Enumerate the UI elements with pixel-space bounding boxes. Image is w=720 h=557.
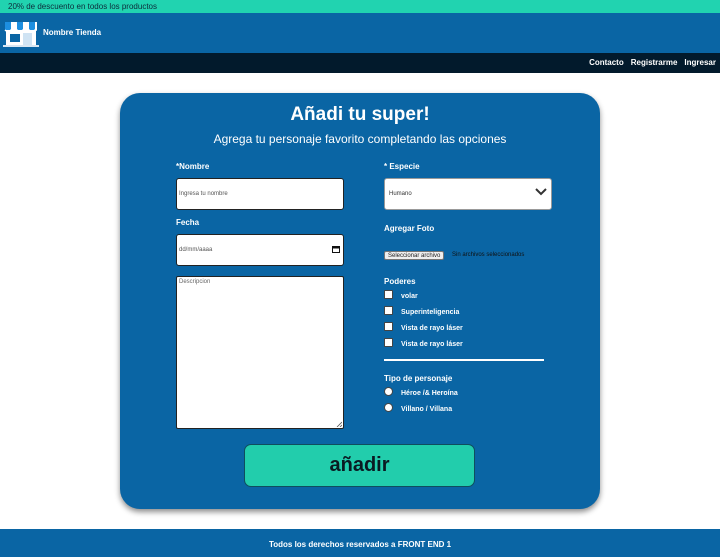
section-divider (384, 359, 544, 361)
description-textarea[interactable]: Descripcion (176, 276, 344, 429)
store-name[interactable]: Nombre Tienda (43, 28, 101, 37)
name-label: *Nombre (176, 162, 210, 171)
power-checkbox-laser-vision[interactable] (384, 322, 393, 331)
species-selected-value: Humano (389, 191, 412, 197)
nav-link-register[interactable]: Registrarme (631, 58, 678, 67)
description-placeholder: Descripcion (179, 279, 211, 285)
store-logo-icon[interactable] (3, 16, 39, 49)
promo-banner: 20% de descuento en todos los productos (0, 0, 720, 13)
choose-file-button[interactable]: Seleccionar archivo (384, 251, 445, 260)
top-navbar: Contacto Registrarme Ingresar (0, 53, 720, 73)
nav-link-contact[interactable]: Contacto (589, 58, 624, 67)
name-input[interactable]: Ingresa tu nombre (176, 178, 344, 210)
power-label-laser-vision: Vista de rayo láser (401, 325, 463, 332)
photo-label: Agregar Foto (384, 224, 435, 233)
add-button[interactable]: añadir (244, 444, 475, 487)
type-label-villain: Villano / Villana (401, 406, 453, 413)
chevron-down-icon (535, 187, 547, 197)
power-checkbox-fly[interactable] (384, 290, 393, 299)
footer: Todos los derechos reservados a FRONT EN… (0, 529, 720, 557)
species-label: * Especie (384, 162, 420, 171)
character-type-label: Tipo de personaje (384, 374, 453, 383)
type-label-hero: Héroe /& Heroína (401, 390, 458, 397)
power-checkbox-laser-vision-2[interactable] (384, 338, 393, 347)
file-status: Sin archivos seleccionados (452, 252, 525, 258)
nav-link-login[interactable]: Ingresar (684, 58, 716, 67)
date-placeholder: dd/mm/aaaa (179, 247, 213, 253)
date-label: Fecha (176, 218, 200, 227)
form-subtitle: Agrega tu personaje favorito completando… (213, 132, 507, 146)
form-title: Añadi tu super! (290, 104, 430, 125)
powers-label: Poderes (384, 277, 416, 286)
power-label-superintelligence: Superinteligencia (401, 309, 460, 316)
add-character-form: Añadi tu super! Agrega tu personaje favo… (120, 93, 600, 509)
power-checkbox-superintelligence[interactable] (384, 306, 393, 315)
type-radio-hero[interactable] (384, 387, 393, 396)
calendar-icon[interactable] (332, 245, 340, 253)
date-input[interactable]: dd/mm/aaaa (176, 234, 344, 266)
header: Nombre Tienda (0, 13, 720, 53)
resize-grip-icon[interactable] (336, 421, 343, 428)
power-label-fly: volar (401, 293, 418, 300)
power-label-laser-vision-2: Vista de rayo láser (401, 341, 463, 348)
nav-links: Contacto Registrarme Ingresar (589, 58, 716, 67)
type-radio-villain[interactable] (384, 403, 393, 412)
species-select[interactable]: Humano (384, 178, 552, 210)
